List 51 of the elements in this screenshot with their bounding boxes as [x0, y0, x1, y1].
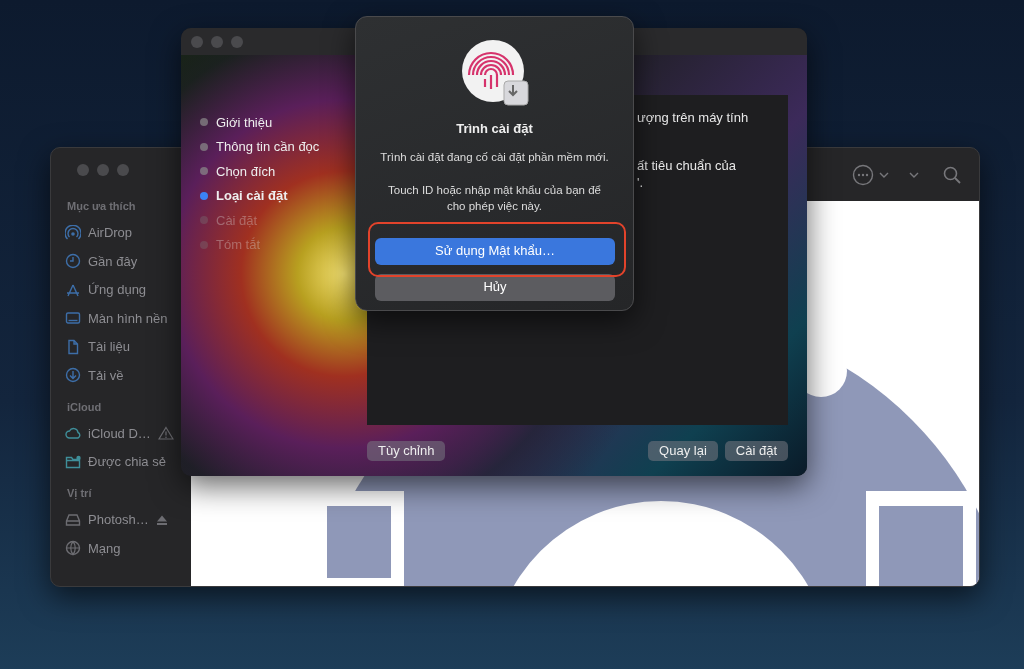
step-label: Loại cài đặt	[216, 187, 288, 205]
search-icon[interactable]	[943, 165, 961, 184]
more-icon[interactable]	[852, 163, 874, 186]
dialog-message: Trình cài đặt đang cố cài đặt phần mềm mới.	[379, 149, 610, 165]
sidebar-item[interactable]: AirDrop	[88, 223, 133, 243]
dialog-prompt: Touch ID hoặc nhập mật khẩu của bạn để cho phép việc này.	[387, 182, 602, 214]
airdrop-icon	[65, 224, 81, 241]
sidebar-item[interactable]: Gần đây	[88, 251, 138, 271]
fingerprint-icon	[460, 39, 529, 107]
document-icon	[65, 338, 81, 355]
use-password-button[interactable]: Sử dụng Mật khẩu…	[375, 237, 615, 265]
cancel-button[interactable]: Hủy	[375, 273, 615, 301]
chevron-down-icon[interactable]	[879, 171, 889, 178]
chevron-down-icon[interactable]	[909, 171, 919, 178]
install-button[interactable]: Cài đặt	[724, 441, 788, 461]
window-control[interactable]	[231, 35, 243, 48]
window-control[interactable]	[97, 164, 109, 176]
sidebar-item[interactable]: Mạng	[88, 538, 121, 558]
step-label: Thông tin cần đọc	[216, 138, 320, 156]
step-label: Cài đặt	[216, 211, 258, 230]
window-control[interactable]	[211, 35, 223, 48]
sidebar-heading: Vị trí	[67, 486, 93, 502]
window-control[interactable]	[77, 164, 89, 176]
window-control[interactable]	[191, 35, 203, 48]
sidebar-item[interactable]: iCloud D…	[88, 423, 151, 443]
panel-text: '.	[637, 174, 645, 190]
customize-button[interactable]: Tùy chỉnh	[367, 441, 446, 461]
sidebar-item[interactable]: Tải về	[88, 365, 124, 385]
panel-text: ượng trên máy tính	[637, 109, 750, 127]
back-button[interactable]: Quay lại	[648, 441, 718, 461]
sidebar-item[interactable]: Tài liệu	[88, 337, 130, 357]
globe-icon	[65, 540, 81, 557]
warning-icon	[157, 426, 174, 441]
step-label: Chọn đích	[216, 162, 276, 181]
cloud-icon	[65, 425, 81, 442]
download-icon	[65, 367, 81, 384]
shared-folder-icon	[65, 453, 81, 470]
sidebar-item[interactable]: Photosh…	[88, 510, 149, 530]
sidebar-item[interactable]: Màn hình nền	[88, 308, 168, 328]
window-control[interactable]	[117, 164, 129, 176]
panel-text: ất tiêu chuẩn của	[637, 157, 738, 173]
sidebar-item[interactable]: Được chia sẻ	[88, 452, 166, 472]
dialog-title: Trình cài đặt	[455, 120, 534, 138]
step-label: Giới thiệu	[216, 113, 273, 132]
sidebar-item[interactable]: Ứng dụng	[88, 280, 147, 300]
sidebar-heading: Mục ưa thích	[67, 199, 137, 215]
clock-icon	[65, 253, 81, 270]
eject-icon[interactable]	[155, 513, 168, 526]
desktop-icon	[65, 310, 81, 327]
drive-icon	[65, 511, 81, 528]
sidebar-heading: iCloud	[67, 399, 103, 415]
